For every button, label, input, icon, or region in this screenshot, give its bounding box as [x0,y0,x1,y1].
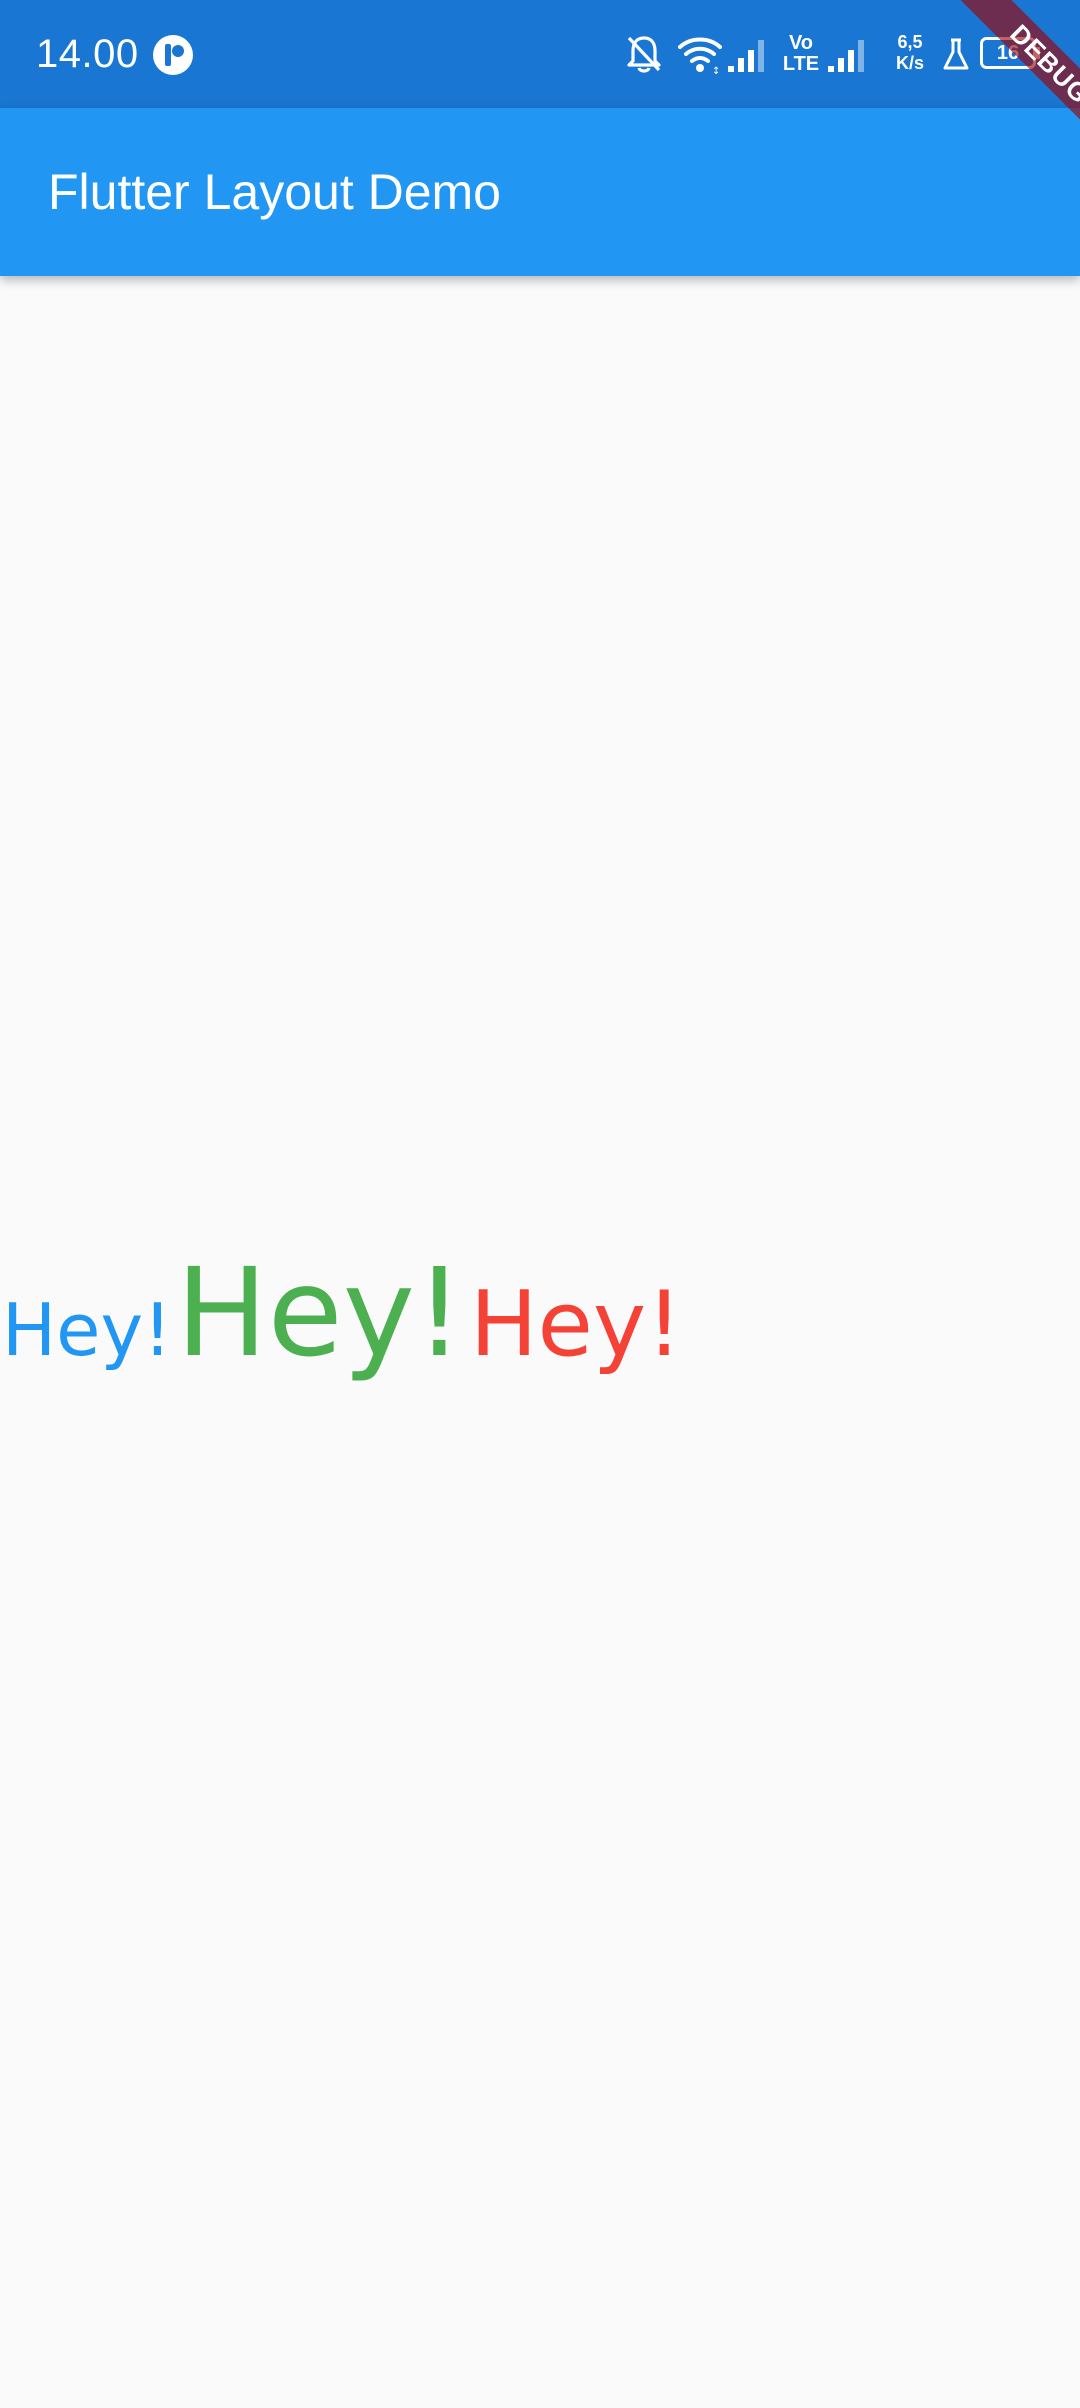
svg-text:↕: ↕ [712,66,720,77]
app-notification-icon [153,35,193,75]
battery-level: 16 [996,42,1020,64]
volte-bottom-label: LTE [782,53,820,75]
signal-icon [728,40,764,72]
volte-icon: Vo LTE [780,33,822,81]
network-speed-value: 6,5 [897,32,923,52]
hey-text-large: Hey! [175,1242,464,1384]
signal-icon [828,40,864,72]
status-bar: 14.00 ↕ Vo LTE 6,5 K/s 16 [0,0,1080,108]
hey-text-row: Hey! Hey! Hey! [0,1252,682,1412]
network-speed: 6,5 K/s [890,32,930,74]
lab-icon [943,38,969,70]
hey-text-medium: Hey! [469,1272,683,1377]
volte-top-label: Vo [788,32,814,54]
network-speed-unit: K/s [895,53,924,73]
battery-icon: 16 [980,37,1040,69]
status-clock: 14.00 [36,32,139,76]
app-bar-title: Flutter Layout Demo [48,164,501,220]
app-bar: Flutter Layout Demo [0,108,1080,276]
hey-text-small: Hey! [2,1288,172,1372]
wifi-icon: ↕ [678,37,722,77]
notifications-off-icon [627,36,661,73]
